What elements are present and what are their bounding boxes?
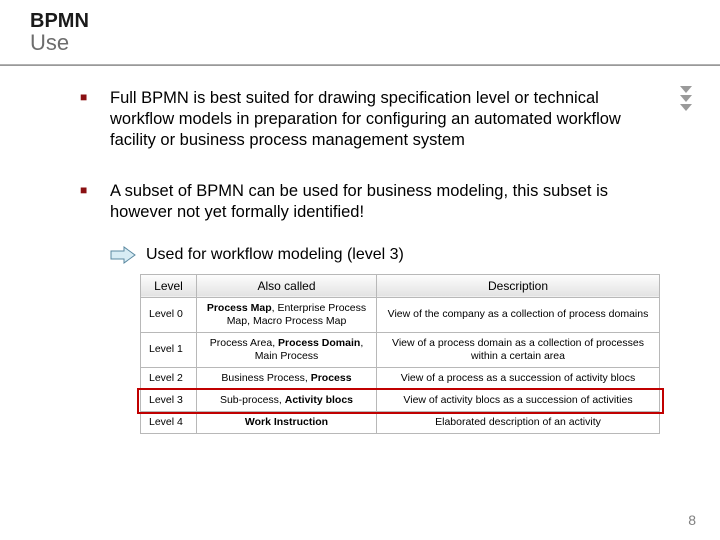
cell-also-called: Work Instruction xyxy=(197,412,377,434)
cell-also-called: Process Map, Enterprise Process Map, Mac… xyxy=(197,297,377,332)
cell-level: Level 3 xyxy=(141,390,197,412)
th-level: Level xyxy=(141,274,197,297)
table-row: Level 1Process Area, Process Domain, Mai… xyxy=(141,332,660,367)
slide: BPMN Use Full BPMN is best suited for dr… xyxy=(0,0,720,540)
bullet-2: A subset of BPMN can be used for busines… xyxy=(80,181,660,223)
cell-level: Level 4 xyxy=(141,412,197,434)
content-area: Full BPMN is best suited for drawing spe… xyxy=(20,66,700,434)
cell-also-called: Sub-process, Activity blocs xyxy=(197,390,377,412)
right-arrow-icon xyxy=(110,246,136,264)
table-row: Level 2Business Process, ProcessView of … xyxy=(141,368,660,390)
cell-level: Level 0 xyxy=(141,297,197,332)
down-arrows-icon xyxy=(680,86,692,113)
title-line2: Use xyxy=(30,30,700,56)
cell-description: Elaborated description of an activity xyxy=(377,412,660,434)
cell-description: View of a process as a succession of act… xyxy=(377,368,660,390)
cell-also-called: Business Process, Process xyxy=(197,368,377,390)
title-block: BPMN Use xyxy=(20,10,700,60)
table-row: Level 0Process Map, Enterprise Process M… xyxy=(141,297,660,332)
callout-line: Used for workflow modeling (level 3) xyxy=(110,246,660,264)
callout-text: Used for workflow modeling (level 3) xyxy=(146,246,404,264)
th-desc: Description xyxy=(377,274,660,297)
th-also: Also called xyxy=(197,274,377,297)
cell-description: View of activity blocs as a succession o… xyxy=(377,390,660,412)
table-header-row: Level Also called Description xyxy=(141,274,660,297)
levels-table: Level Also called Description Level 0Pro… xyxy=(140,274,660,435)
table-row: Level 4Work InstructionElaborated descri… xyxy=(141,412,660,434)
cell-description: View of the company as a collection of p… xyxy=(377,297,660,332)
table-row: Level 3Sub-process, Activity blocsView o… xyxy=(141,390,660,412)
cell-level: Level 1 xyxy=(141,332,197,367)
cell-also-called: Process Area, Process Domain, Main Proce… xyxy=(197,332,377,367)
cell-description: View of a process domain as a collection… xyxy=(377,332,660,367)
page-number: 8 xyxy=(688,512,696,528)
cell-level: Level 2 xyxy=(141,368,197,390)
bullet-1: Full BPMN is best suited for drawing spe… xyxy=(80,88,660,151)
